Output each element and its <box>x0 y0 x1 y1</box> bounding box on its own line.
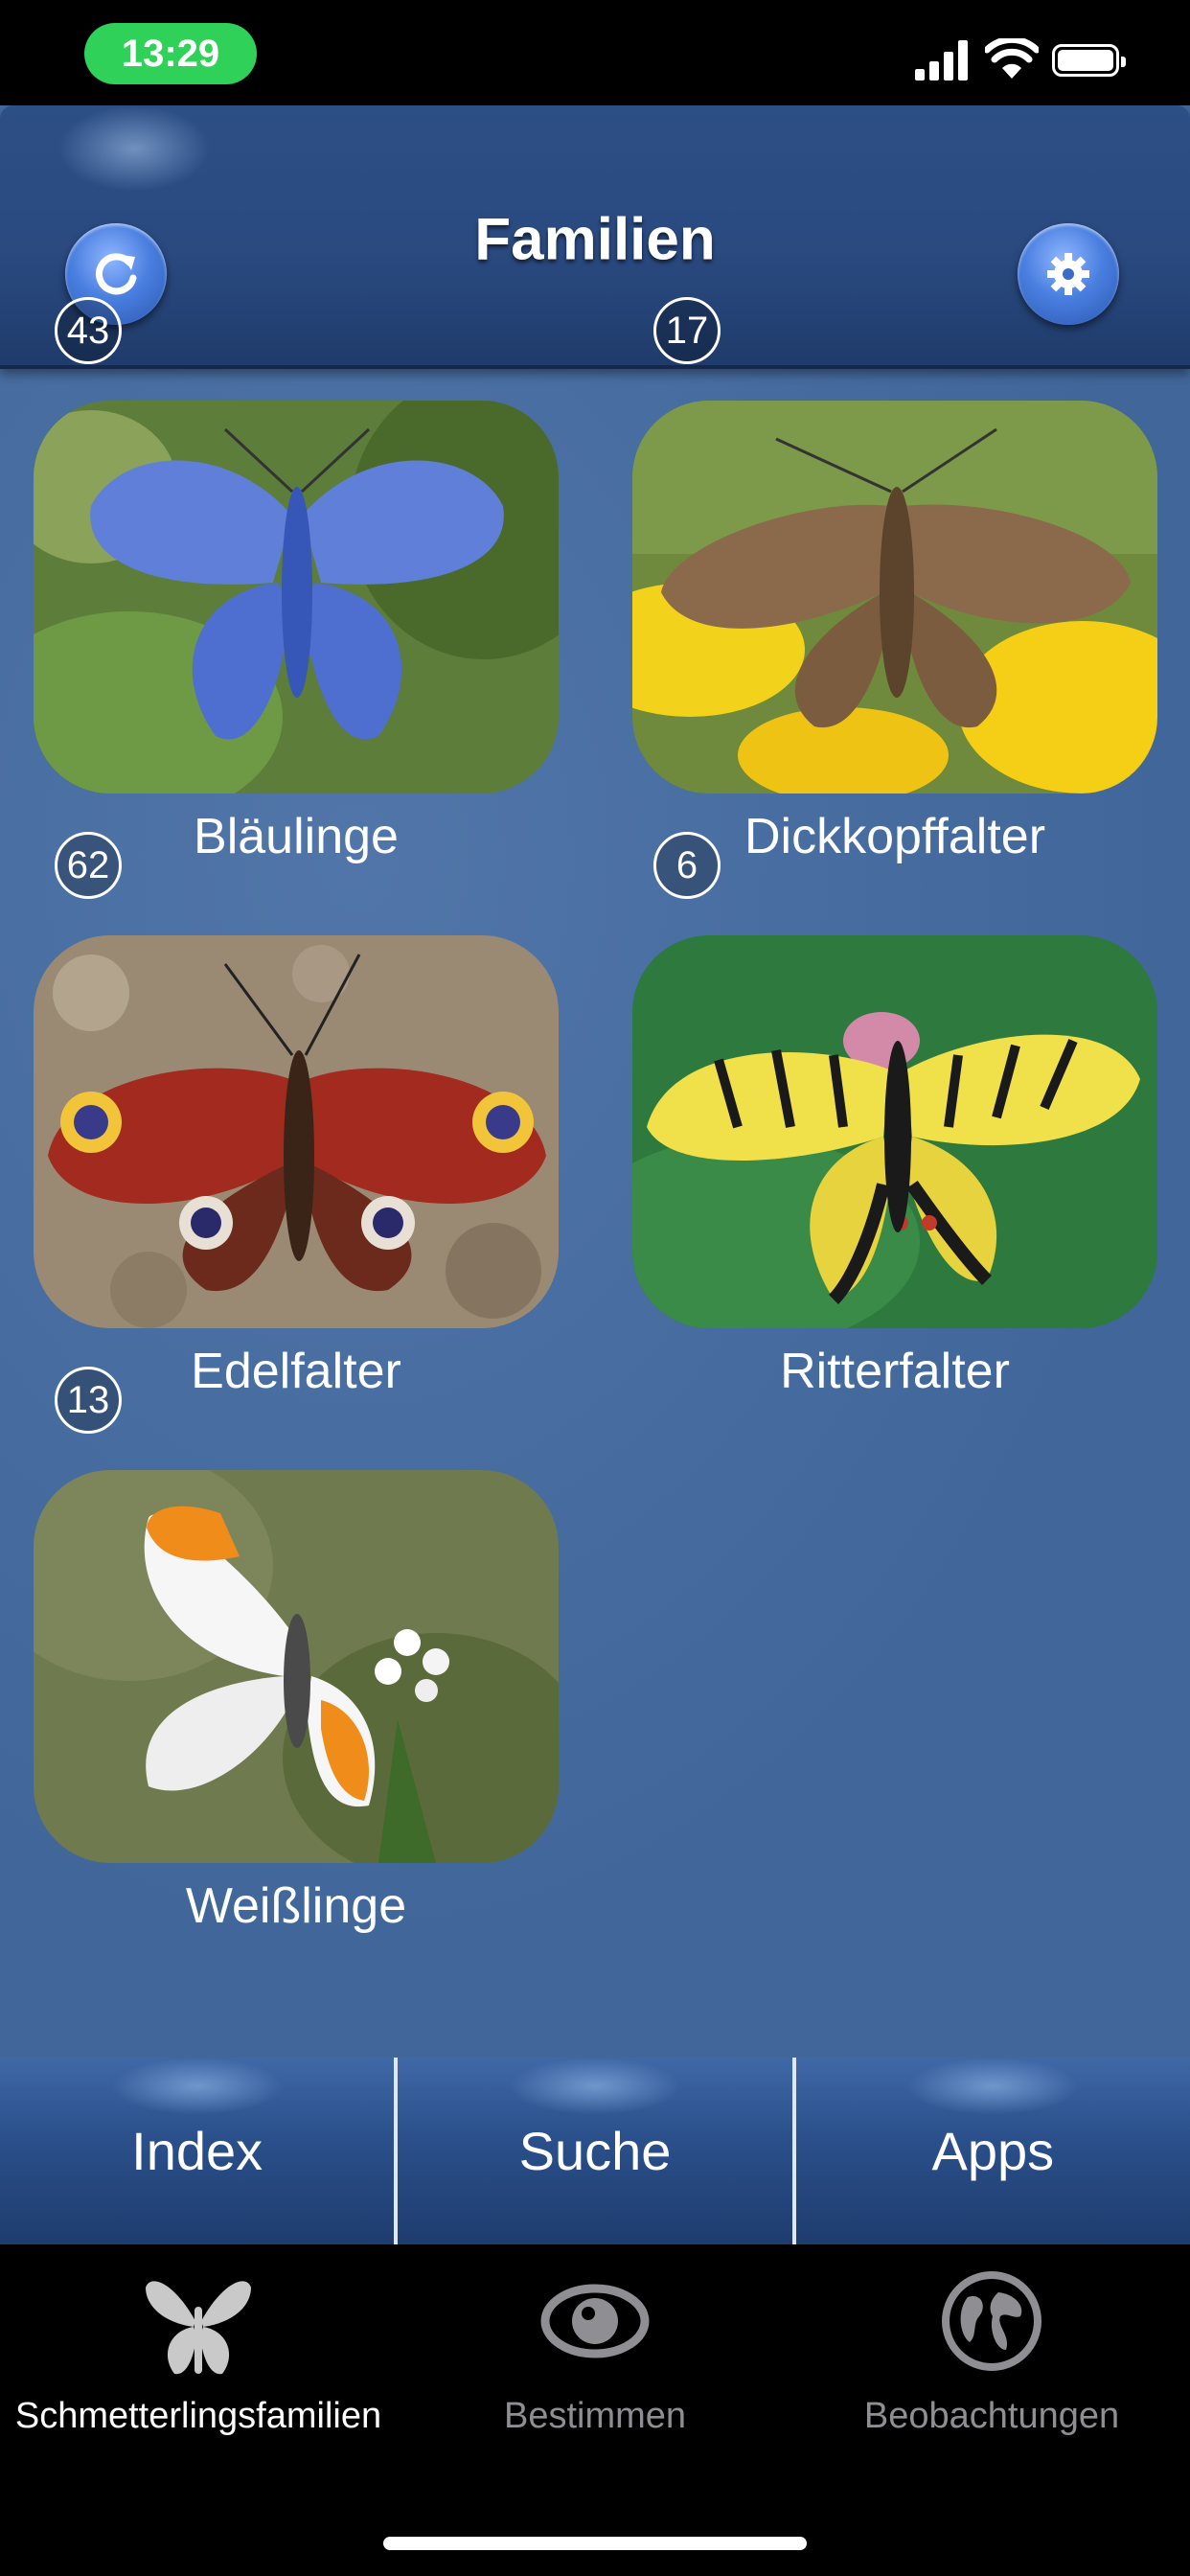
tab-label: Beobachtungen <box>863 2396 1120 2436</box>
home-indicator[interactable] <box>383 2537 807 2550</box>
battery-icon <box>1052 44 1126 77</box>
family-image-brown-skipper <box>632 401 1157 794</box>
app-content: Familien 43 Bläulinge 17 Dickkopffalter … <box>0 105 1190 2244</box>
family-image-orange-tip <box>34 1470 559 1863</box>
apps-button[interactable]: Apps <box>791 2058 1190 2244</box>
tab-bar: Schmetterlingsfamilien Bestimmen Beobach… <box>0 2244 1190 2576</box>
family-image-swallowtail <box>632 935 1157 1328</box>
settings-button[interactable] <box>1018 223 1119 325</box>
bottom-button-bar: Index Suche Apps <box>0 2058 1190 2244</box>
tab-label: Schmetterlingsfamilien <box>14 2396 382 2436</box>
family-image-peacock-butterfly <box>34 935 559 1328</box>
status-bar: 13:29 <box>0 0 1190 105</box>
species-count-badge: 17 <box>653 297 721 364</box>
family-label: Weißlinge <box>185 1878 407 1934</box>
page-title: Familien <box>474 206 716 273</box>
search-button[interactable]: Suche <box>394 2058 792 2244</box>
status-time: 13:29 <box>84 23 257 84</box>
tab-beobachtungen[interactable]: Beobachtungen <box>793 2264 1190 2437</box>
tab-bestimmen[interactable]: Bestimmen <box>397 2264 793 2437</box>
butterfly-icon <box>146 2281 251 2375</box>
eye-icon <box>540 2284 650 2358</box>
cellular-signal-icon <box>915 40 969 80</box>
tab-schmetterlingsfamilien[interactable]: Schmetterlingsfamilien <box>0 2264 397 2437</box>
globe-icon <box>942 2271 1041 2371</box>
species-count-badge: 62 <box>55 832 122 899</box>
wifi-icon <box>985 38 1039 79</box>
family-image-blue-butterfly <box>34 401 559 794</box>
gear-icon <box>1047 253 1089 295</box>
species-count-badge: 6 <box>653 832 721 899</box>
tab-label: Bestimmen <box>503 2396 687 2436</box>
navigation-bar: Familien <box>0 105 1190 369</box>
index-button[interactable]: Index <box>0 2058 395 2244</box>
species-count-badge: 43 <box>55 297 122 364</box>
family-label: Ritterfalter <box>780 1344 1010 1399</box>
species-count-badge: 13 <box>55 1367 122 1434</box>
